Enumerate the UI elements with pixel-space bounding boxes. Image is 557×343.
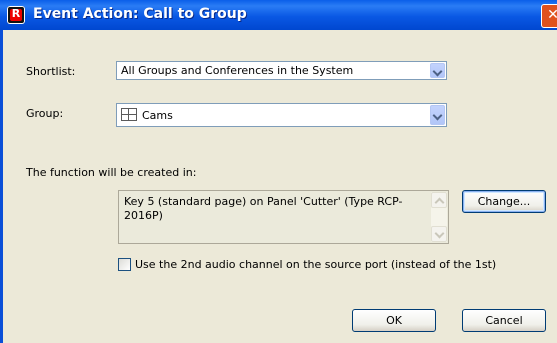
- function-location-label: The function will be created in:: [26, 166, 197, 179]
- vertical-scrollbar[interactable]: [431, 192, 447, 242]
- group-grid-icon: [121, 108, 137, 122]
- chevron-down-icon[interactable]: [430, 63, 445, 78]
- scroll-up-icon[interactable]: [431, 192, 447, 208]
- title-bar[interactable]: R Event Action: Call to Group ✕: [0, 0, 557, 30]
- shortlist-label: Shortlist:: [26, 65, 76, 78]
- dialog-window: R Event Action: Call to Group ✕ Shortlis…: [0, 0, 557, 343]
- shortlist-value: All Groups and Conferences in the System: [121, 64, 354, 77]
- group-label: Group:: [26, 107, 64, 120]
- ok-button[interactable]: OK: [352, 309, 436, 332]
- audio-channel-label: Use the 2nd audio channel on the source …: [135, 258, 497, 271]
- function-location-field: Key 5 (standard page) on Panel 'Cutter' …: [118, 190, 449, 244]
- window-border: [0, 30, 3, 343]
- scroll-down-icon[interactable]: [431, 226, 447, 242]
- window-title: Event Action: Call to Group: [33, 6, 247, 22]
- app-icon: R: [7, 6, 25, 24]
- close-button[interactable]: ✕: [541, 4, 557, 28]
- group-select[interactable]: Cams: [116, 103, 447, 127]
- chevron-down-icon[interactable]: [430, 105, 445, 125]
- cancel-button[interactable]: Cancel: [462, 309, 546, 332]
- shortlist-select[interactable]: All Groups and Conferences in the System: [116, 61, 447, 80]
- function-location-text: Key 5 (standard page) on Panel 'Cutter' …: [124, 195, 403, 222]
- app-icon-letter: R: [11, 7, 21, 20]
- audio-channel-checkbox[interactable]: [118, 258, 131, 271]
- change-button[interactable]: Change...: [462, 190, 546, 213]
- group-value: Cams: [142, 109, 173, 122]
